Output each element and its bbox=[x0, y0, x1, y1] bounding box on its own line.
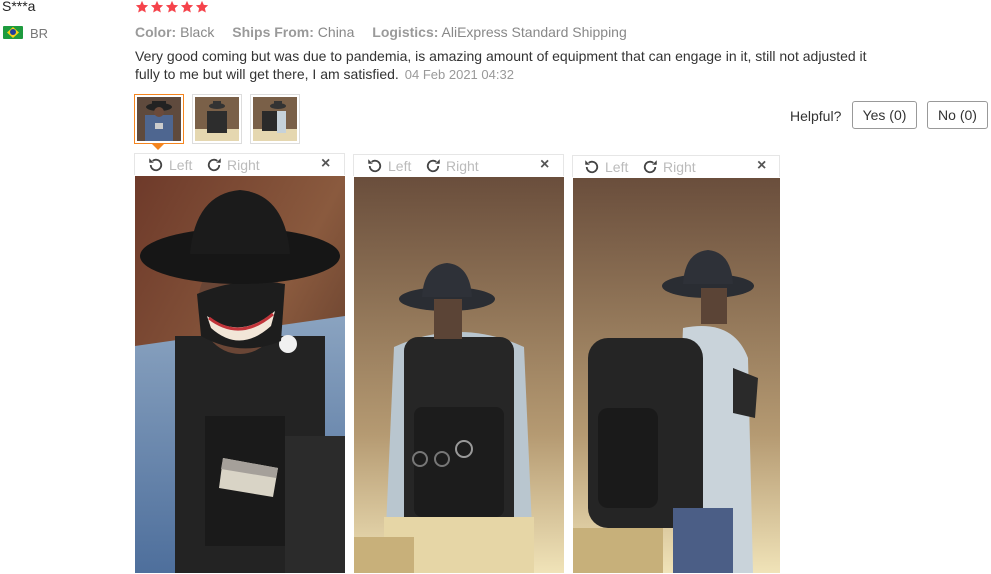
color-value: Black bbox=[180, 24, 215, 40]
ships-from-value: China bbox=[317, 24, 355, 40]
helpful-yes-button[interactable]: Yes (0) bbox=[852, 101, 917, 129]
order-info: Color: Black Ships From: China Logistics… bbox=[135, 24, 627, 40]
image-viewer-toolbar: Left Right × bbox=[134, 153, 345, 175]
star-icon bbox=[195, 0, 209, 13]
image-viewer-toolbar: Left Right × bbox=[353, 154, 564, 176]
rotate-left-button[interactable]: Left bbox=[583, 158, 628, 176]
helpful-no-button[interactable]: No (0) bbox=[927, 101, 988, 129]
reviewer-country: BR bbox=[30, 26, 49, 41]
review-thumbnail-2[interactable] bbox=[192, 94, 242, 144]
photo-backpack-side-view bbox=[573, 178, 780, 573]
brazil-flag-icon bbox=[3, 26, 23, 39]
helpful-label: Helpful? bbox=[790, 108, 842, 124]
rotate-left-icon bbox=[149, 158, 163, 172]
thumbnail-image bbox=[195, 97, 239, 141]
rotate-left-button[interactable]: Left bbox=[366, 157, 411, 175]
logistics-label: Logistics: bbox=[372, 24, 439, 40]
rotate-right-button[interactable]: Right bbox=[641, 158, 696, 176]
review-thumbnail-1[interactable] bbox=[134, 94, 184, 144]
photo-backpack-back-view bbox=[354, 177, 564, 573]
review-date: 04 Feb 2021 04:32 bbox=[404, 67, 514, 82]
review-thumbnail-3[interactable] bbox=[250, 94, 300, 144]
rotate-right-icon bbox=[207, 158, 221, 172]
rotate-left-label: Left bbox=[169, 157, 193, 173]
star-rating bbox=[135, 0, 209, 14]
close-icon[interactable]: × bbox=[321, 155, 330, 173]
photo-man-mask-vest bbox=[135, 176, 345, 573]
rotate-left-icon bbox=[368, 159, 382, 173]
image-viewer-toolbar: Left Right × bbox=[572, 155, 780, 177]
review-body: Very good coming but was due to pandemia… bbox=[135, 47, 895, 84]
review-photo-1 bbox=[135, 176, 345, 573]
ships-from-label: Ships From: bbox=[232, 24, 314, 40]
rotate-left-label: Left bbox=[388, 158, 412, 174]
thumbnail-image bbox=[137, 97, 181, 141]
selected-thumbnail-caret bbox=[152, 144, 164, 150]
rotate-left-icon bbox=[585, 160, 599, 174]
rotate-right-button[interactable]: Right bbox=[424, 157, 479, 175]
star-icon bbox=[180, 0, 194, 13]
rotate-left-label: Left bbox=[605, 159, 629, 175]
rotate-right-button[interactable]: Right bbox=[205, 156, 260, 174]
rotate-right-icon bbox=[643, 160, 657, 174]
rotate-right-label: Right bbox=[663, 159, 696, 175]
rotate-left-button[interactable]: Left bbox=[147, 156, 192, 174]
rotate-right-label: Right bbox=[227, 157, 260, 173]
review-photo-3 bbox=[573, 178, 780, 573]
close-icon[interactable]: × bbox=[540, 156, 549, 174]
rotate-right-icon bbox=[426, 159, 440, 173]
thumbnail-image bbox=[253, 97, 297, 141]
logistics-value: AliExpress Standard Shipping bbox=[441, 24, 627, 40]
star-icon bbox=[135, 0, 149, 13]
star-icon bbox=[150, 0, 164, 13]
color-label: Color: bbox=[135, 24, 177, 40]
reviewer-name: S***a bbox=[2, 0, 36, 14]
star-icon bbox=[165, 0, 179, 13]
close-icon[interactable]: × bbox=[757, 157, 766, 175]
rotate-right-label: Right bbox=[446, 158, 479, 174]
review-photo-2 bbox=[354, 177, 564, 573]
